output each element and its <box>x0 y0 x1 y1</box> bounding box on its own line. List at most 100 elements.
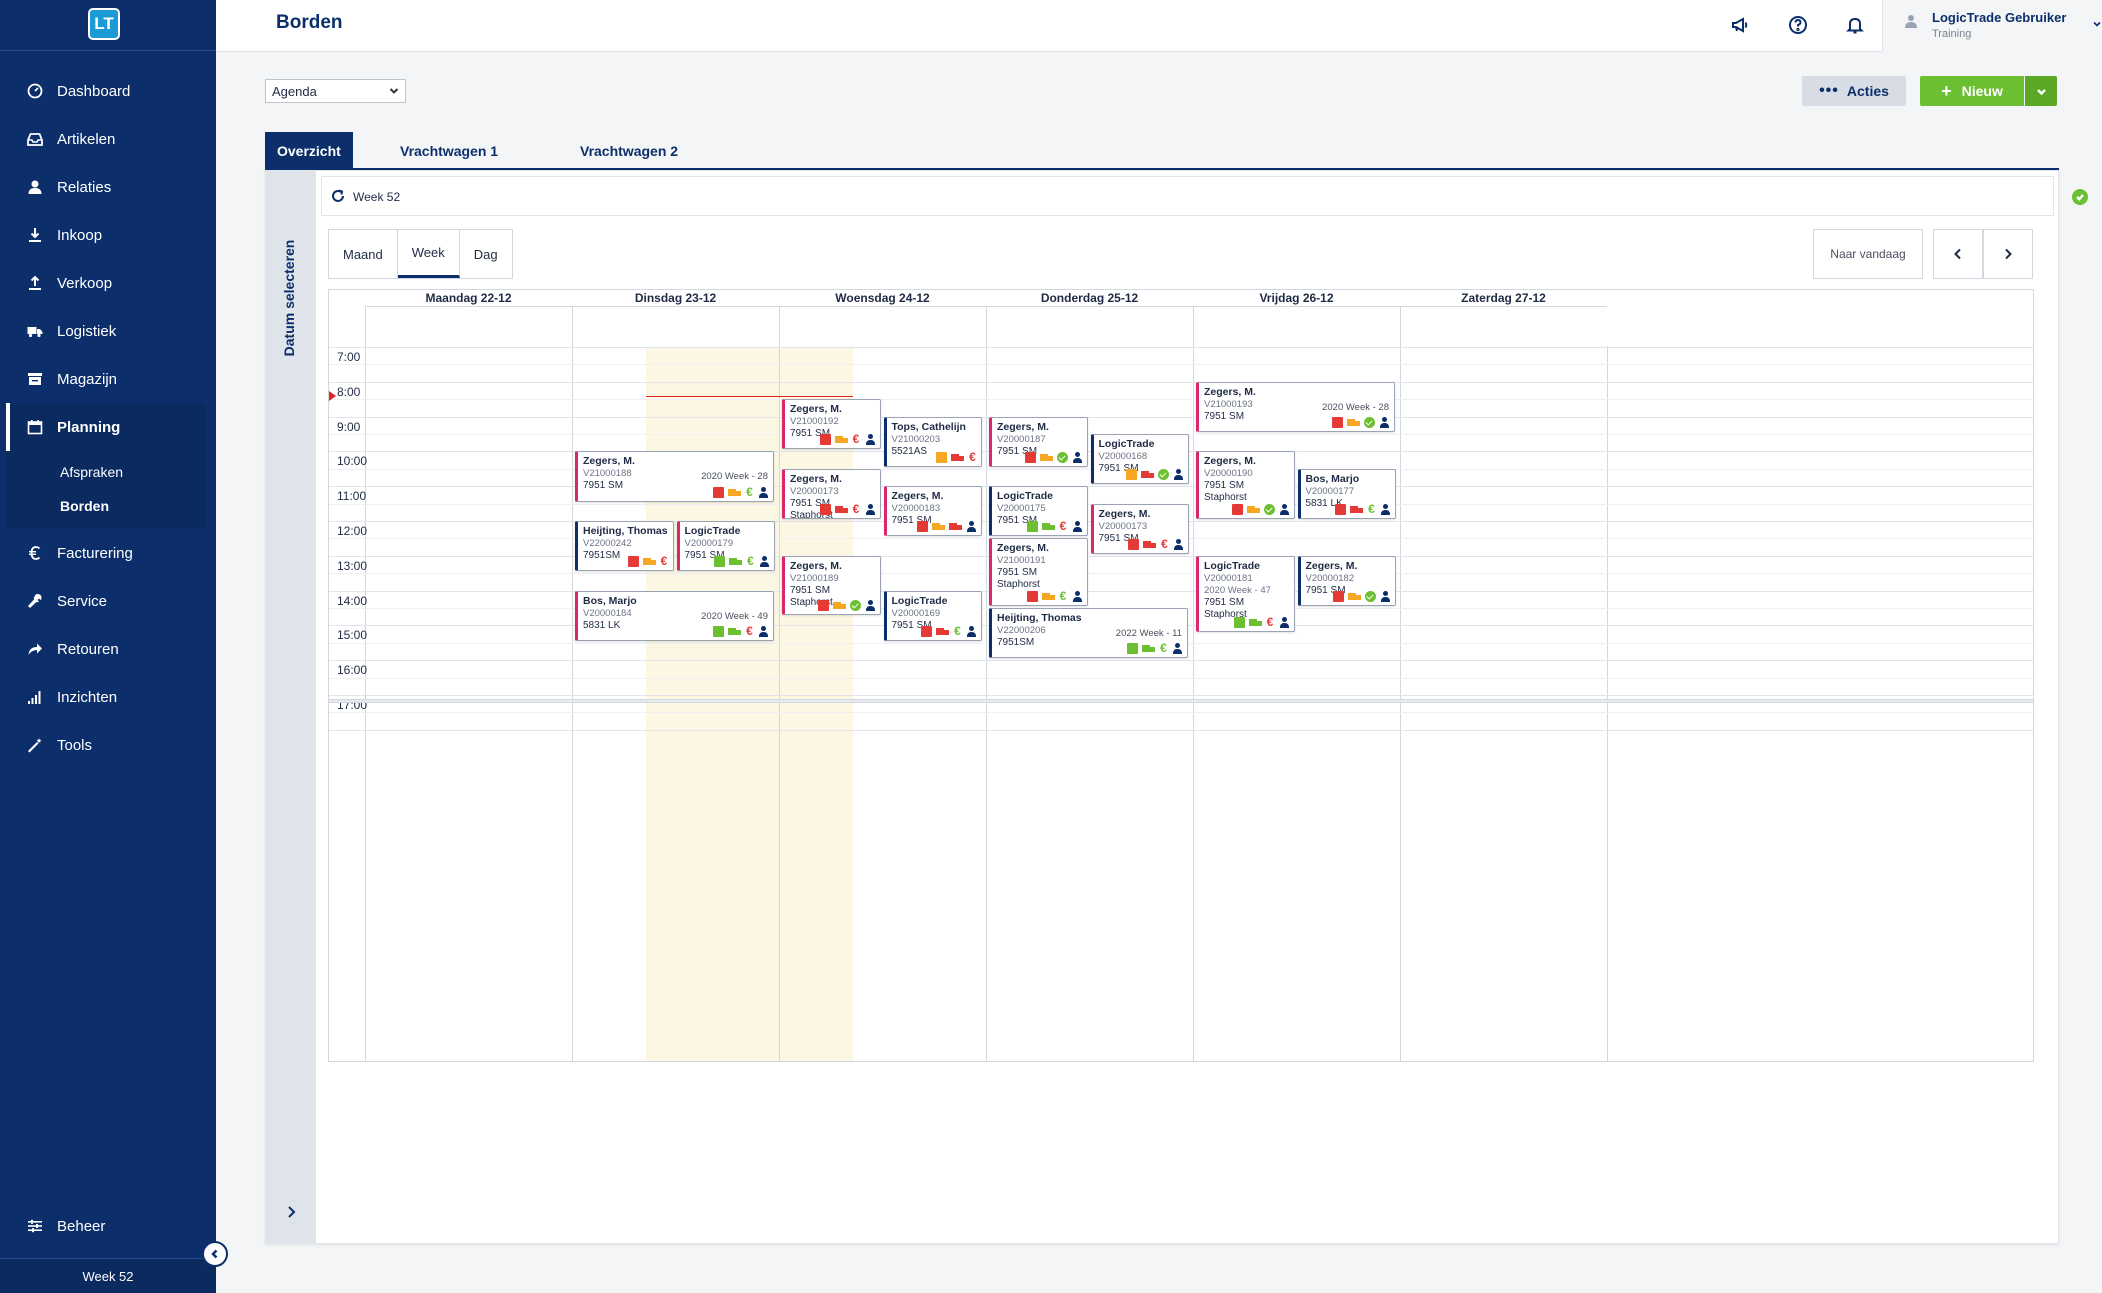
appointment-card[interactable]: LogicTrade V20000175 7951 SM € <box>989 486 1088 537</box>
view-switcher: Maand Week Dag <box>328 229 513 279</box>
appointment-card[interactable]: Heijting, Thomas V22000242 7951SM € <box>575 521 674 572</box>
bell-icon[interactable] <box>1843 13 1867 37</box>
view-select[interactable]: Agenda <box>265 79 406 103</box>
appointment-card[interactable]: LogicTrade V20000168 7951 SM <box>1090 434 1189 485</box>
appointment-card[interactable]: Tops, Cathelijn V21000203 5521AS € <box>883 416 982 467</box>
truck-icon <box>1348 591 1361 602</box>
column-divider <box>572 346 573 1061</box>
sidebar-item-artikelen[interactable]: Artikelen <box>0 115 216 163</box>
euro-icon: € <box>746 484 753 499</box>
appointment-card[interactable]: Zegers, M. V20000183 7951 SM <box>883 486 982 537</box>
sidebar-item-verkoop[interactable]: Verkoop <box>0 259 216 307</box>
package-icon <box>917 521 928 533</box>
all-day-slot[interactable] <box>365 306 572 346</box>
appointment-card[interactable]: LogicTrade V20000179 7951 SM € <box>676 521 775 572</box>
view-dag-button[interactable]: Dag <box>460 230 512 278</box>
next-week-button[interactable] <box>1983 229 2033 279</box>
sidebar-collapse-button[interactable] <box>202 1241 228 1267</box>
package-icon <box>1231 503 1243 515</box>
view-week-button[interactable]: Week <box>397 230 460 278</box>
appointment-city: Staphorst <box>1204 492 1247 504</box>
sidebar-item-dashboard[interactable]: Dashboard <box>0 67 216 115</box>
sidebar-subitem-afspraken[interactable]: Afspraken <box>6 455 206 489</box>
today-button[interactable]: Naar vandaag <box>1813 229 1923 279</box>
appointment-status-icons: € <box>713 625 769 637</box>
all-day-slot[interactable] <box>572 306 779 346</box>
appointment-status-icons <box>1333 590 1391 602</box>
appointment-card[interactable]: Zegers, M. V21000188 7951 SM 2020 Week - 28… <box>575 451 774 502</box>
announcement-icon[interactable] <box>1728 13 1752 37</box>
hour-line <box>329 381 2033 383</box>
package-icon <box>1335 503 1346 515</box>
sidebar-item-retouren[interactable]: Retouren <box>0 625 216 673</box>
sidebar-item-planning[interactable]: Planning <box>6 403 206 451</box>
all-day-slot[interactable] <box>1400 306 1607 346</box>
driver-icon <box>1279 503 1290 515</box>
all-day-slot[interactable] <box>779 306 986 346</box>
acties-button[interactable]: ••• Acties <box>1802 76 1906 106</box>
user-menu[interactable]: LogicTrade Gebruiker Training <box>1882 0 2102 52</box>
appointment-status-icons: € <box>714 554 770 569</box>
appointment-name: LogicTrade <box>684 525 741 537</box>
sidebar-item-tools[interactable]: Tools <box>0 721 216 769</box>
date-picker-strip[interactable]: Datum selecteren <box>266 171 316 1243</box>
appointment-card[interactable]: Zegers, M. V20000190 7951 SM Staphorst <box>1196 451 1295 519</box>
sidebar-item-beheer[interactable]: Beheer <box>0 1202 216 1250</box>
appointment-card[interactable]: Zegers, M. V20000187 7951 SM <box>989 416 1088 467</box>
truck-icon <box>832 600 846 611</box>
tab-vrachtwagen-2[interactable]: Vrachtwagen 2 <box>580 132 678 170</box>
user-avatar-icon <box>1905 15 1917 28</box>
tab-overzicht[interactable]: Overzicht <box>265 132 353 170</box>
day-header: Woensdag 24-12 <box>835 291 930 305</box>
all-day-slot[interactable] <box>986 306 1193 346</box>
nieuw-dropdown-button[interactable] <box>2025 76 2057 106</box>
help-icon[interactable] <box>1786 13 1810 37</box>
sidebar-item-service[interactable]: Service <box>0 577 216 625</box>
sidebar-item-relaties[interactable]: Relaties <box>0 163 216 211</box>
appointment-card[interactable]: Zegers, M. V20000173 7951 SM Staphorst € <box>782 468 881 519</box>
appointment-code: V20000173 <box>790 485 839 497</box>
prev-week-button[interactable] <box>1933 229 1983 279</box>
check-circle-icon <box>2072 189 2088 205</box>
sidebar-subitem-borden[interactable]: Borden <box>6 489 206 523</box>
euro-icon: € <box>1266 615 1274 630</box>
package-icon <box>819 434 831 446</box>
appointment-card[interactable]: Bos, Marjo V20000177 5831 LK € <box>1297 468 1396 519</box>
nieuw-button[interactable]: + Nieuw <box>1920 76 2024 106</box>
appointment-card[interactable]: Bos, Marjo V20000184 5831 LK 2020 Week - 49… <box>575 590 774 641</box>
package-icon <box>713 486 724 498</box>
chevron-right-icon[interactable] <box>284 1205 298 1219</box>
column-divider <box>1400 346 1401 1061</box>
check-circle-icon <box>1056 451 1068 463</box>
euro-icon: € <box>1160 641 1167 656</box>
refresh-icon[interactable] <box>330 188 346 204</box>
appointment-code: V20000181 <box>1204 572 1253 584</box>
sidebar-item-inzichten[interactable]: Inzichten <box>0 673 216 721</box>
all-day-slot[interactable] <box>1193 306 1400 346</box>
appointment-card[interactable]: Zegers, M. V20000182 7951 SM <box>1297 555 1396 606</box>
appointment-name: Zegers, M. <box>1204 455 1256 468</box>
sidebar-item-facturering[interactable]: Facturering <box>0 529 216 577</box>
time-label: 16:00 <box>337 663 368 678</box>
appointment-card[interactable]: Zegers, M. V21000189 7951 SM Staphorst <box>782 555 881 615</box>
appointment-card[interactable]: LogicTrade V20000181 2020 Week - 47 7951 SM… <box>1196 555 1295 633</box>
appointment-card[interactable]: LogicTrade V20000169 7951 SM € <box>883 590 982 641</box>
appointment-card[interactable]: Zegers, M. V21000193 7951 SM 2020 Week - 28 <box>1196 381 1395 432</box>
app-logo[interactable]: LT <box>88 8 120 40</box>
sidebar-item-logistiek[interactable]: Logistiek <box>0 307 216 355</box>
appointment-code: V21000191 <box>997 555 1046 567</box>
appointment-card[interactable]: Zegers, M. V21000192 7951 SM € <box>782 399 881 450</box>
appointment-week: 2020 Week - 28 <box>1322 401 1389 413</box>
appointment-card[interactable]: Heijting, Thomas V22000206 7951SM 2022 Week… <box>989 608 1188 659</box>
tab-vrachtwagen-1[interactable]: Vrachtwagen 1 <box>400 132 498 170</box>
check-circle-icon <box>1158 469 1169 481</box>
user-environment: Training <box>1932 28 1972 40</box>
sidebar-item-inkoop[interactable]: Inkoop <box>0 211 216 259</box>
appointment-card[interactable]: Zegers, M. V21000191 7951 SM Staphorst € <box>989 538 1088 606</box>
package-icon <box>714 556 725 568</box>
sidebar-item-magazijn[interactable]: Magazijn <box>0 355 216 403</box>
view-maand-button[interactable]: Maand <box>329 230 398 278</box>
appointment-card[interactable]: Zegers, M. V20000173 7951 SM € <box>1090 503 1189 554</box>
appointment-name: Zegers, M. <box>891 490 944 503</box>
euro-icon: € <box>747 554 754 569</box>
